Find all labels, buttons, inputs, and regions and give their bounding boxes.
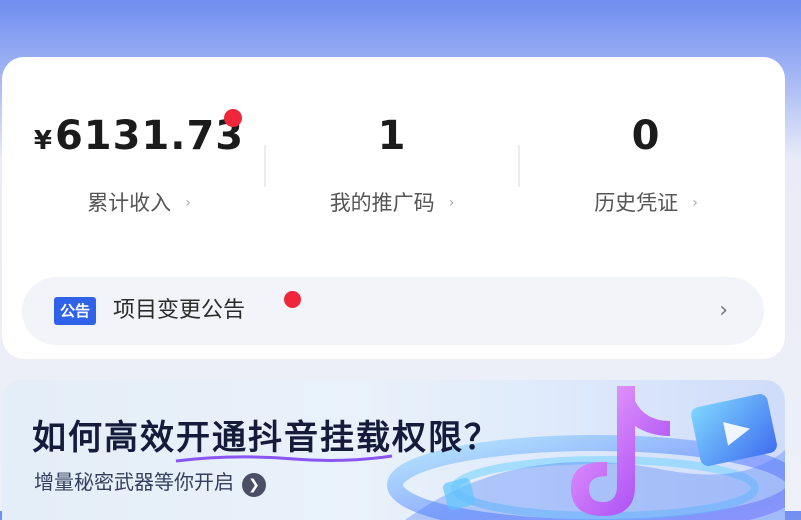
notice-text: 项目变更公告	[113, 298, 246, 323]
promo-banner[interactable]: 如何高效开通抖音挂载权限？ 增量秘密武器等你开启 ❯	[2, 380, 785, 520]
notice-bar[interactable]: 公告 项目变更公告 ›	[22, 277, 764, 345]
stat-history-vouchers[interactable]: 0 历史凭证 ›	[521, 57, 771, 297]
chevron-right-icon: ›	[185, 195, 191, 211]
history-vouchers-count: 0	[631, 113, 661, 159]
chevron-right-icon: ›	[448, 195, 455, 211]
banner-subtitle: 增量秘密武器等你开启 ❯	[34, 466, 266, 497]
divider	[518, 145, 520, 187]
divider	[264, 145, 266, 187]
chevron-right-icon: ›	[692, 195, 698, 211]
stat-total-income[interactable]: ¥6131.73 累计收入 ›	[14, 57, 264, 297]
total-income-label: 累计收入 ›	[87, 191, 191, 215]
notice-tag: 公告	[54, 297, 97, 325]
history-vouchers-label: 历史凭证 ›	[594, 191, 698, 215]
promo-code-label: 我的推广码 ›	[329, 191, 455, 215]
arrow-circle-icon[interactable]: ❯	[242, 473, 266, 497]
title-underline	[175, 454, 393, 463]
stat-my-promo-code[interactable]: 1 我的推广码 ›	[267, 57, 517, 297]
currency-symbol: ¥	[33, 126, 53, 156]
unread-dot	[224, 109, 242, 127]
unread-dot	[284, 291, 301, 308]
promo-code-count: 1	[377, 113, 407, 159]
earnings-card: ¥6131.73 累计收入 › 1 我的推广码 › 0 历史凭证 › 公告 项目变更公…	[2, 57, 785, 359]
chevron-right-icon: ›	[719, 298, 728, 323]
